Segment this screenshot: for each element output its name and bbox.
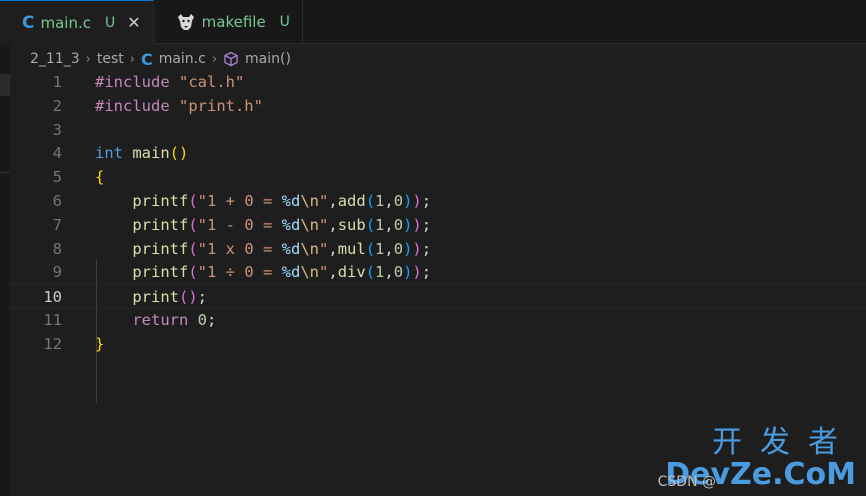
breadcrumb-folder[interactable]: 2_11_3 [30,51,80,67]
cube-symbol-icon [223,51,239,68]
tab-makefile[interactable]: makefile U [154,0,303,44]
chevron-right-icon: › [129,51,135,67]
line-number: 8 [52,239,62,258]
code-line[interactable]: 10 print(); [10,284,866,309]
line-number: 10 [43,288,62,307]
untracked-badge: U [104,14,116,31]
side-divider [0,172,10,173]
line-number: 9 [52,263,62,282]
line-number: 7 [52,215,62,234]
line-number: 2 [52,96,62,115]
tab-label: main.c [40,13,91,32]
code-line[interactable]: 4 int main() [10,141,866,165]
line-number: 1 [52,73,62,91]
tab-label: makefile [201,13,266,31]
code-text: #include "print.h" [95,96,263,115]
code-line[interactable]: 6 printf("1 + 0 = %d\n",add(1,0)); [10,189,866,213]
code-line[interactable]: 8 printf("1 x 0 = %d\n",mul(1,0)); [10,237,866,261]
chevron-right-icon: › [211,51,218,67]
code-text: printf("1 + 0 = %d\n",add(1,0)); [132,192,432,210]
side-highlight [0,74,10,96]
c-language-icon: C [22,12,35,33]
untracked-badge: U [279,14,290,30]
line-number: 4 [52,144,62,163]
code-text: #include "cal.h" [95,73,245,91]
watermark-cn: 开发者 [712,425,856,460]
code-text: printf("1 ÷ 0 = %d\n",div(1,0)); [132,263,432,282]
code-text: return 0; [132,311,217,329]
code-text: printf("1 x 0 = %d\n",mul(1,0)); [132,239,432,258]
breadcrumb-symbol[interactable]: main() [245,51,291,67]
code-text: int main() [95,144,189,163]
breadcrumb: 2_11_3 › test › C main.c › main() [30,48,291,70]
code-line[interactable]: 3 [10,118,866,142]
code-text: } [95,334,105,353]
code-text: { [95,168,105,187]
line-number: 3 [52,120,62,139]
code-line[interactable]: 11 return 0; [10,308,866,332]
side-gutter [0,44,10,496]
code-line[interactable]: 7 printf("1 - 0 = %d\n",sub(1,0)); [10,213,866,237]
line-number: 11 [43,311,62,329]
chevron-right-icon: › [85,51,91,67]
code-line[interactable]: 9 printf("1 ÷ 0 = %d\n",div(1,0)); [10,260,866,284]
gnu-icon [176,13,196,31]
line-number: 12 [43,334,62,353]
line-number: 5 [52,168,62,187]
code-line[interactable]: 2 #include "print.h" [10,94,866,118]
code-line[interactable]: 12} [10,332,866,356]
code-text: printf("1 - 0 = %d\n",sub(1,0)); [132,215,432,234]
code-text: print(); [132,288,208,307]
code-line[interactable]: 1 #include "cal.h" [10,70,866,94]
tab-bar: C main.c U ✕ makefile U [0,0,866,44]
breadcrumb-file[interactable]: main.c [159,51,206,67]
code-line[interactable]: 5{ [10,165,866,189]
tab-main-c[interactable]: C main.c U ✕ [0,0,154,44]
vscode-window: C main.c U ✕ makefile U 2_11_3 › test › [0,0,866,496]
close-icon[interactable]: ✕ [127,13,140,32]
breadcrumb-folder[interactable]: test [97,51,124,67]
watermark-csdn: CSDN @ [657,474,716,490]
c-language-icon: C [140,49,153,69]
line-number: 6 [52,192,62,210]
